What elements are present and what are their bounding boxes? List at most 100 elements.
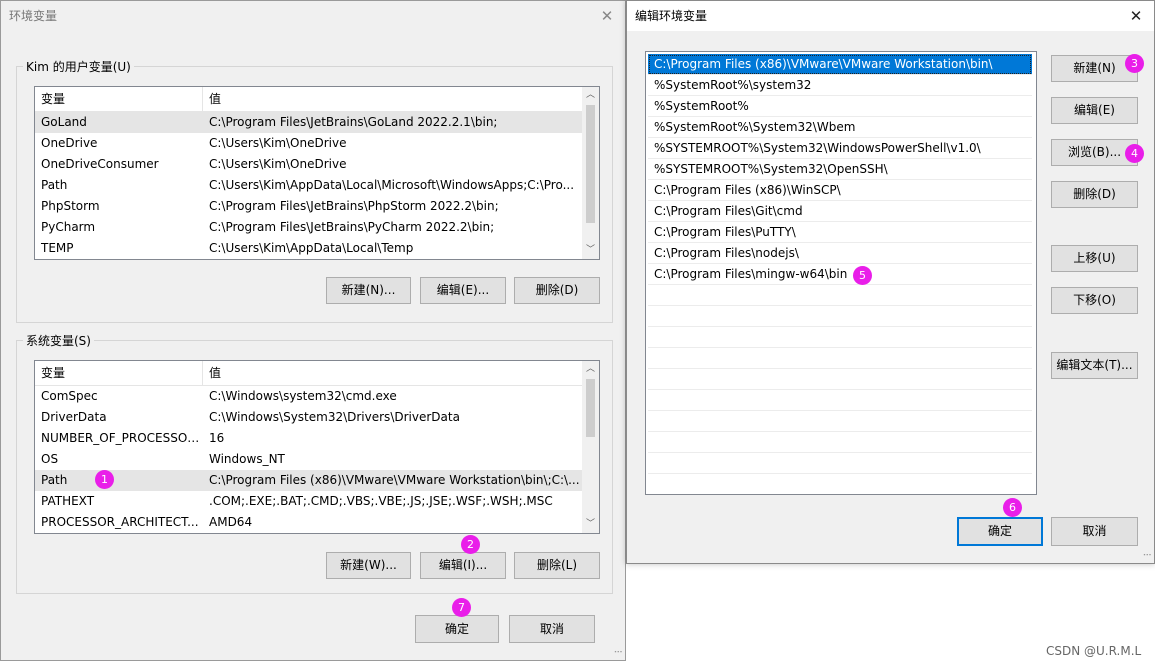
path-move-up-button[interactable]: 上移(U) (1051, 245, 1138, 272)
user-vars-rows: GoLand C:\Program Files\JetBrains\GoLand … (35, 112, 599, 259)
path-move-down-button[interactable]: 下移(O) (1051, 287, 1138, 314)
scroll-up-icon[interactable]: ︿ (582, 361, 599, 378)
step-badge-6: 6 (1003, 498, 1022, 517)
variable-value-cell: C:\Program Files\JetBrains\GoLand 2022.2… (209, 115, 498, 129)
user-vars-label: Kim 的用户变量(U) (26, 60, 131, 74)
path-list-item[interactable]: %SYSTEMROOT%\System32\WindowsPowerShell\… (648, 138, 1032, 159)
table-row[interactable]: ComSpec C:\Windows\system32\cmd.exe (35, 386, 599, 407)
env-vars-titlebar: 环境变量 (1, 1, 625, 31)
path-list-empty-row[interactable] (648, 411, 1032, 432)
table-row[interactable]: Path C:\Users\Kim\AppData\Local\Microsoft… (35, 175, 599, 196)
system-vars-header: 变量 值 (35, 361, 599, 386)
scroll-up-icon[interactable]: ︿ (582, 87, 599, 104)
path-list-empty-row[interactable] (648, 327, 1032, 348)
scroll-thumb[interactable] (586, 379, 595, 437)
path-list-item[interactable]: C:\Program Files\mingw-w64\bin (648, 264, 1032, 285)
system-edit-button[interactable]: 编辑(I)... (420, 552, 506, 579)
step-badge-4: 4 (1125, 144, 1144, 163)
variable-value-cell: C:\Program Files (x86)\VMware\VMware Wor… (209, 473, 580, 487)
scroll-down-icon[interactable]: ﹀ (582, 242, 599, 259)
path-list-empty-row[interactable] (648, 348, 1032, 369)
variable-value-cell: C:\Users\Kim\OneDrive (209, 136, 347, 150)
path-list-item[interactable]: C:\Program Files (x86)\WinSCP\ (648, 180, 1032, 201)
variable-name-cell: Path (41, 473, 68, 487)
system-new-button[interactable]: 新建(W)... (326, 552, 411, 579)
column-header-variable[interactable]: 变量 (35, 361, 203, 385)
edit-cancel-button[interactable]: 取消 (1051, 517, 1138, 546)
path-list-item[interactable]: C:\Program Files\Git\cmd (648, 201, 1032, 222)
table-row[interactable]: OS Windows_NT (35, 449, 599, 470)
path-list-empty-row[interactable] (648, 432, 1032, 453)
path-list-item[interactable]: %SystemRoot%\System32\Wbem (648, 117, 1032, 138)
system-vars-rows: ComSpec C:\Windows\system32\cmd.exe Driver… (35, 386, 599, 533)
user-vars-scrollbar[interactable]: ︿ ﹀ (582, 87, 599, 259)
variable-name-cell: GoLand (41, 115, 87, 129)
variable-name-cell: DriverData (41, 410, 107, 424)
path-edit-button[interactable]: 编辑(E) (1051, 97, 1138, 124)
variable-value-cell: C:\Windows\system32\cmd.exe (209, 389, 397, 403)
variable-name-cell: ComSpec (41, 389, 98, 403)
table-row[interactable]: DriverData C:\Windows\System32\Drivers\Dr… (35, 407, 599, 428)
system-delete-button[interactable]: 删除(L) (514, 552, 600, 579)
table-row[interactable]: PATHEXT .COM;.EXE;.BAT;.CMD;.VBS;.VBE;.JS… (35, 491, 599, 512)
path-delete-button[interactable]: 删除(D) (1051, 181, 1138, 208)
edit-env-title: 编辑环境变量 (635, 9, 708, 23)
variable-value-cell: Windows_NT (209, 452, 285, 466)
table-row[interactable]: GoLand C:\Program Files\JetBrains\GoLand … (35, 112, 599, 133)
column-header-value[interactable]: 值 (203, 361, 221, 385)
path-list-item[interactable]: %SystemRoot% (648, 96, 1032, 117)
system-vars-label: 系统变量(S) (26, 334, 91, 348)
env-vars-title: 环境变量 (9, 9, 58, 23)
env-ok-button[interactable]: 确定 (415, 615, 499, 643)
path-list-empty-row[interactable] (648, 369, 1032, 390)
step-badge-7: 7 (452, 598, 471, 617)
path-rows: C:\Program Files (x86)\VMware\VMware Wor… (646, 52, 1036, 494)
path-list-item[interactable]: %SystemRoot%\system32 (648, 75, 1032, 96)
resize-grip-icon[interactable]: ⠠⠤ (1139, 548, 1152, 560)
system-vars-list[interactable]: 变量 值 ComSpec C:\Windows\system32\cmd.exe D… (34, 360, 600, 534)
path-list-empty-row[interactable] (648, 453, 1032, 474)
table-row[interactable]: NUMBER_OF_PROCESSORS 16 (35, 428, 599, 449)
path-list-empty-row[interactable] (648, 390, 1032, 411)
close-icon[interactable]: ✕ (597, 6, 617, 26)
path-list-empty-row[interactable] (648, 285, 1032, 306)
watermark: CSDN @U.R.M.L (1046, 644, 1142, 658)
table-row[interactable]: OneDrive C:\Users\Kim\OneDrive (35, 133, 599, 154)
env-cancel-button[interactable]: 取消 (509, 615, 595, 643)
variable-value-cell: C:\Users\Kim\AppData\Local\Microsoft\Win… (209, 178, 575, 192)
table-row[interactable]: Path C:\Program Files (x86)\VMware\VMware… (35, 470, 599, 491)
path-list-empty-row[interactable] (648, 474, 1032, 494)
close-icon[interactable]: ✕ (1126, 6, 1146, 26)
table-row[interactable]: TEMP C:\Users\Kim\AppData\Local\Temp (35, 238, 599, 259)
table-row[interactable]: PhpStorm C:\Program Files\JetBrains\PhpSt… (35, 196, 599, 217)
user-delete-button[interactable]: 删除(D) (514, 277, 600, 304)
variable-name-cell: PROCESSOR_ARCHITECT... (41, 515, 199, 529)
column-header-value[interactable]: 值 (203, 87, 221, 111)
variable-name-cell: PhpStorm (41, 199, 100, 213)
variable-name-cell: NUMBER_OF_PROCESSORS (41, 431, 203, 445)
user-edit-button[interactable]: 编辑(E)... (420, 277, 506, 304)
scroll-thumb[interactable] (586, 105, 595, 223)
path-edit-text-button[interactable]: 编辑文本(T)... (1051, 352, 1138, 379)
variable-value-cell: 16 (209, 431, 225, 445)
path-list-item[interactable]: %SYSTEMROOT%\System32\OpenSSH\ (648, 159, 1032, 180)
path-list-item[interactable]: C:\Program Files\PuTTY\ (648, 222, 1032, 243)
path-list-item[interactable]: C:\Program Files\nodejs\ (648, 243, 1032, 264)
table-row[interactable]: OneDriveConsumer C:\Users\Kim\OneDrive (35, 154, 599, 175)
path-list-item[interactable]: C:\Program Files (x86)\VMware\VMware Wor… (648, 54, 1032, 75)
step-badge-1: 1 (95, 470, 114, 489)
variable-name-cell: TEMP (41, 241, 74, 255)
edit-ok-button[interactable]: 确定 (957, 517, 1043, 546)
path-list[interactable]: C:\Program Files (x86)\VMware\VMware Wor… (645, 51, 1037, 495)
system-vars-scrollbar[interactable]: ︿ ﹀ (582, 361, 599, 533)
user-vars-list[interactable]: 变量 值 GoLand C:\Program Files\JetBrains\Go… (34, 86, 600, 260)
variable-name-cell: OneDrive (41, 136, 98, 150)
table-row[interactable]: PyCharm C:\Program Files\JetBrains\PyChar… (35, 217, 599, 238)
user-new-button[interactable]: 新建(N)... (326, 277, 411, 304)
scroll-down-icon[interactable]: ﹀ (582, 516, 599, 533)
table-row[interactable]: PROCESSOR_ARCHITECT... AMD64 (35, 512, 599, 533)
variable-value-cell: C:\Users\Kim\AppData\Local\Temp (209, 241, 414, 255)
column-header-variable[interactable]: 变量 (35, 87, 203, 111)
path-list-empty-row[interactable] (648, 306, 1032, 327)
resize-grip-icon[interactable]: ⠠⠤ (610, 645, 623, 657)
